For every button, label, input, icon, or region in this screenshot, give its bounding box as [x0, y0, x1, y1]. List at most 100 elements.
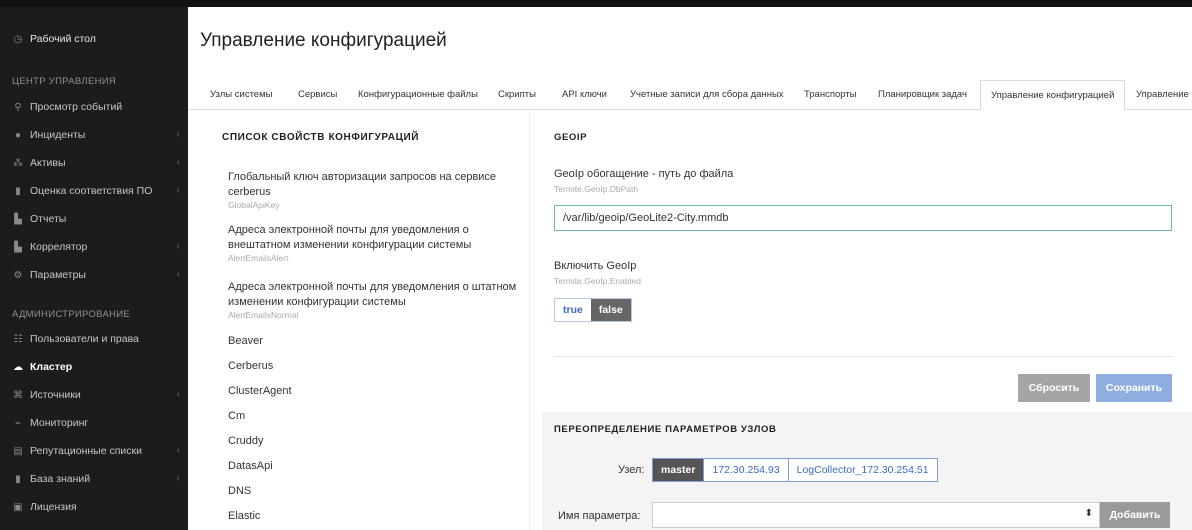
- sidebar-item-parameters[interactable]: ⚙ Параметры ‹: [0, 263, 188, 287]
- tab-config-files[interactable]: Конфигурационные файлы: [358, 80, 478, 110]
- document-icon: ▮: [15, 185, 21, 197]
- sidebar-item-label: Пользователи и права: [30, 333, 139, 345]
- sidebar-item-correlator[interactable]: ▙ Коррелятор ‹: [0, 235, 188, 259]
- param-label: Имя параметра:: [558, 510, 641, 522]
- sidebar-item-reports[interactable]: ▙ Отчеты: [0, 207, 188, 231]
- sidebar-item-label: Кластер: [30, 361, 73, 373]
- node-label: Узел:: [618, 464, 645, 476]
- tab-scheduler[interactable]: Планировщик задач: [878, 80, 967, 110]
- tab-api-keys[interactable]: API ключи: [562, 80, 607, 110]
- group-item[interactable]: Cerberus: [228, 360, 273, 372]
- cloud-icon: ☁: [13, 361, 23, 373]
- reset-button[interactable]: Сбросить: [1018, 374, 1090, 402]
- sidebar-item-license[interactable]: ▣ Лицензия: [0, 495, 188, 519]
- sort-caret-icon: ⬍: [1084, 508, 1093, 519]
- field-key: Termite.GeoIp.Enabled: [554, 276, 641, 286]
- sidebar: ◷ Рабочий стол ЦЕНТР УПРАВЛЕНИЯ ⚲ Просмо…: [0, 7, 188, 530]
- sidebar-item-knowledge[interactable]: ▮ База знаний ‹: [0, 467, 188, 491]
- node-option-master[interactable]: master: [653, 459, 705, 481]
- license-icon: ▣: [13, 501, 23, 513]
- group-item[interactable]: Elastic: [228, 510, 260, 522]
- list-title: СПИСОК СВОЙСТВ КОНФИГУРАЦИЙ: [222, 132, 420, 143]
- tab-management-truncated[interactable]: Управление п: [1136, 80, 1192, 110]
- sidebar-item-label: Параметры: [30, 269, 86, 281]
- geoip-enabled-toggle: true false: [554, 298, 632, 322]
- chevron-left-icon: ‹: [176, 473, 180, 484]
- geoip-path-input[interactable]: /var/lib/geoip/GeoLite2-City.mmdb: [554, 205, 1172, 231]
- sidebar-item-label: Источники: [30, 389, 81, 401]
- list-icon: ▤: [13, 445, 23, 457]
- sidebar-item-cluster[interactable]: ☁ Кластер: [0, 355, 188, 379]
- correlator-icon: ▙: [14, 241, 22, 253]
- sidebar-item-compliance[interactable]: ▮ Оценка соответствия ПО ‹: [0, 179, 188, 203]
- property-title: Адреса электронной почты для уведомления…: [228, 281, 517, 308]
- toggle-false-button[interactable]: false: [590, 299, 631, 321]
- sidebar-item-label: Просмотр событий: [30, 101, 123, 113]
- param-select[interactable]: ⬍: [652, 502, 1100, 528]
- group-item[interactable]: ClusterAgent: [228, 385, 292, 397]
- tab-bar: Узлы системы Сервисы Конфигурационные фа…: [188, 80, 1192, 111]
- property-key: AlertEmailsAlert: [228, 253, 289, 263]
- sidebar-item-reputation[interactable]: ▤ Репутационные списки ‹: [0, 439, 188, 463]
- field-label: GeoIp обогащение - путь до файла: [554, 168, 734, 180]
- sidebar-item-dashboard[interactable]: ◷ Рабочий стол: [0, 27, 188, 51]
- chevron-left-icon: ‹: [176, 445, 180, 456]
- tab-scripts[interactable]: Скрипты: [498, 80, 536, 110]
- sidebar-item-label: Репутационные списки: [30, 445, 142, 457]
- property-title: Глобальный ключ авторизации запросов на …: [228, 171, 497, 198]
- sidebar-item-label: Лицензия: [30, 501, 77, 513]
- monitor-icon: ⌁: [14, 417, 22, 429]
- tab-services[interactable]: Сервисы: [298, 80, 337, 110]
- field-label: Включить GeoIp: [554, 260, 637, 272]
- section-title: ПЕРЕОПРЕДЕЛЕНИЕ ПАРАМЕТРОВ УЗЛОВ: [554, 424, 777, 435]
- sidebar-item-incidents[interactable]: ● Инциденты ‹: [0, 123, 188, 147]
- chevron-left-icon: ‹: [176, 269, 180, 280]
- property-item[interactable]: Адреса электронной почты для уведомления…: [228, 280, 518, 320]
- section-title: GEOIP: [554, 132, 588, 143]
- sidebar-section-control: ЦЕНТР УПРАВЛЕНИЯ: [12, 76, 117, 87]
- toggle-true-button[interactable]: true: [555, 299, 591, 321]
- add-button[interactable]: Добавить: [1100, 502, 1170, 528]
- sidebar-item-users[interactable]: ☷ Пользователи и права: [0, 327, 188, 351]
- property-item[interactable]: Глобальный ключ авторизации запросов на …: [228, 170, 518, 210]
- sitemap-icon: ⁂: [13, 157, 23, 169]
- top-bar: [0, 0, 1192, 7]
- group-item[interactable]: DNS: [228, 485, 251, 497]
- sidebar-section-admin: АДМИНИСТРИРОВАНИЕ: [12, 309, 131, 320]
- dashboard-icon: ◷: [13, 33, 23, 45]
- sidebar-item-label: Оценка соответствия ПО: [30, 185, 153, 197]
- sidebar-item-monitoring[interactable]: ⌁ Мониторинг: [0, 411, 188, 435]
- divider: [554, 356, 1172, 357]
- property-key: AlertEmailsNormal: [228, 310, 299, 320]
- tab-accounts[interactable]: Учетные записи для сбора данных: [630, 80, 784, 110]
- node-selector: master 172.30.254.93 LogCollector_172.30…: [652, 458, 938, 482]
- chevron-left-icon: ‹: [176, 185, 180, 196]
- tab-nodes[interactable]: Узлы системы: [210, 80, 272, 110]
- save-button[interactable]: Сохранить: [1096, 374, 1172, 402]
- alert-icon: ●: [14, 129, 22, 141]
- sidebar-item-assets[interactable]: ⁂ Активы ‹: [0, 151, 188, 175]
- sidebar-item-events[interactable]: ⚲ Просмотр событий: [0, 95, 188, 119]
- node-option[interactable]: 172.30.254.93: [704, 459, 789, 481]
- sidebar-item-sources[interactable]: ⌘ Источники ‹: [0, 383, 188, 407]
- tab-transports[interactable]: Транспорты: [804, 80, 857, 110]
- tab-config-management[interactable]: Управление конфигурацией: [980, 80, 1126, 111]
- sidebar-item-label: Активы: [30, 157, 66, 169]
- property-key: GlobalApiKey: [228, 200, 280, 210]
- chevron-left-icon: ‹: [176, 241, 180, 252]
- sidebar-item-label: Инциденты: [30, 129, 86, 141]
- sidebar-item-label: База знаний: [30, 473, 91, 485]
- node-override-section: ПЕРЕОПРЕДЕЛЕНИЕ ПАРАМЕТРОВ УЗЛОВ Узел: m…: [542, 412, 1192, 530]
- node-option[interactable]: LogCollector_172.30.254.51: [788, 459, 937, 481]
- gears-icon: ⚙: [13, 269, 23, 281]
- search-icon: ⚲: [14, 101, 22, 113]
- sidebar-item-label: Мониторинг: [30, 417, 89, 429]
- group-item[interactable]: Cruddy: [228, 435, 263, 447]
- sources-icon: ⌘: [13, 389, 23, 401]
- chevron-left-icon: ‹: [176, 157, 180, 168]
- property-item[interactable]: Адреса электронной почты для уведомления…: [228, 223, 518, 263]
- group-item[interactable]: DatasApi: [228, 460, 273, 472]
- chevron-left-icon: ‹: [176, 389, 180, 400]
- group-item[interactable]: Cm: [228, 410, 245, 422]
- group-item[interactable]: Beaver: [228, 335, 263, 347]
